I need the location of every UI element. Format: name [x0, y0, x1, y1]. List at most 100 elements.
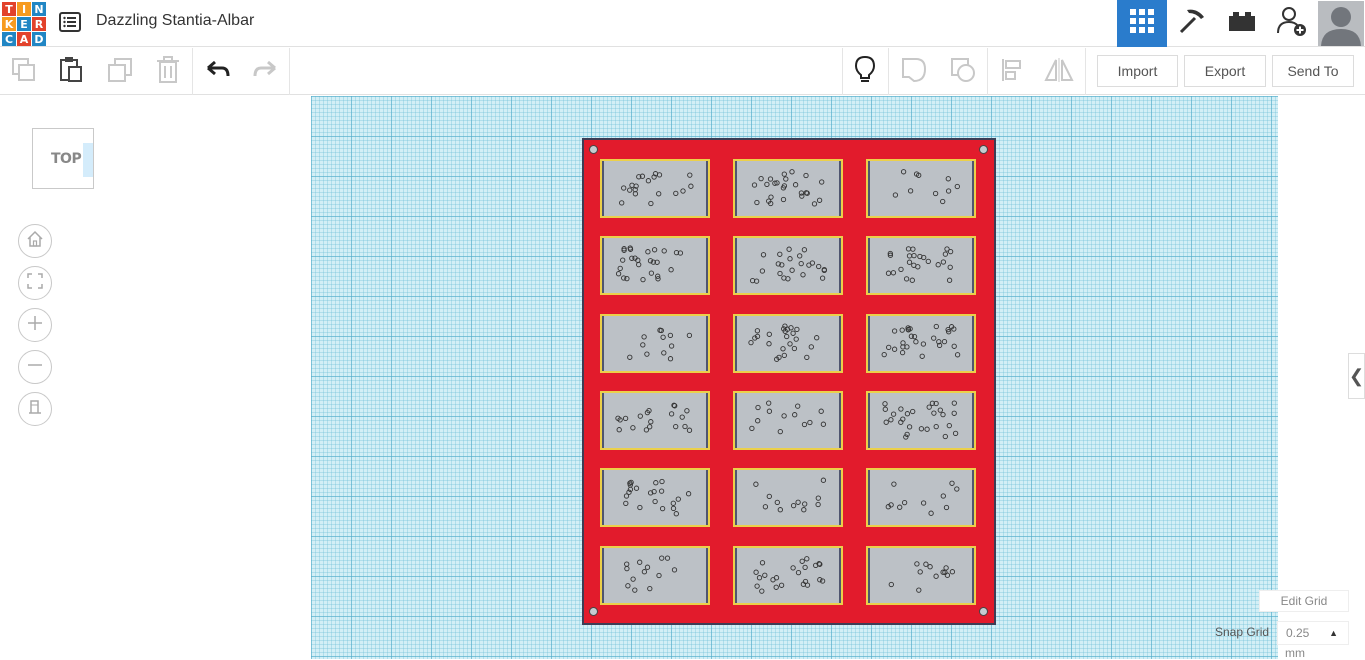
add-user-icon [1276, 5, 1308, 42]
bricks-view-button[interactable] [1217, 0, 1267, 47]
paste-icon [58, 56, 84, 89]
duplicate-button[interactable] [105, 57, 135, 87]
braille-tile-face [602, 161, 708, 216]
trash-icon [156, 55, 180, 89]
home-view-button[interactable] [18, 224, 52, 258]
braille-tile[interactable] [600, 468, 710, 527]
braille-dots [888, 561, 956, 593]
mount-hole [589, 145, 598, 154]
edit-grid-button[interactable]: Edit Grid [1259, 590, 1349, 612]
home-icon [26, 230, 44, 253]
redo-button[interactable] [250, 57, 280, 87]
braille-tile[interactable] [866, 391, 976, 450]
toolbar-divider [987, 48, 988, 95]
mount-hole [979, 607, 988, 616]
braille-tile[interactable] [600, 391, 710, 450]
logo-letter: T [2, 2, 16, 16]
braille-tile-face [868, 316, 974, 371]
minus-icon [26, 356, 44, 379]
braille-tile[interactable] [866, 314, 976, 373]
copy-button[interactable] [9, 57, 39, 87]
toolbar-divider [1085, 48, 1086, 95]
braille-tile[interactable] [600, 159, 710, 218]
codeblocks-view-button[interactable] [1167, 0, 1217, 47]
logo-letter: A [17, 32, 31, 46]
braille-dots [619, 171, 694, 207]
fit-view-icon [26, 272, 44, 295]
braille-tile-face [602, 393, 708, 448]
undo-icon [205, 60, 231, 85]
view-cube-edge[interactable] [83, 143, 93, 177]
send-to-button[interactable]: Send To [1272, 55, 1354, 87]
braille-tile[interactable] [733, 546, 843, 605]
braille-tile[interactable] [866, 236, 976, 295]
braille-tile[interactable] [733, 468, 843, 527]
snap-grid-label: Snap Grid [1215, 625, 1270, 639]
snap-grid-select[interactable]: 0.25 ▲ [1277, 621, 1349, 645]
braille-tile[interactable] [600, 314, 710, 373]
design-list-icon[interactable] [58, 10, 82, 34]
view-cube-face-label: TOP [51, 151, 82, 167]
braille-tile-face [602, 548, 708, 603]
braille-tile-face [735, 161, 841, 216]
braille-tile[interactable] [866, 468, 976, 527]
braille-dots [749, 400, 827, 435]
mount-hole [979, 145, 988, 154]
braille-tile-face [735, 548, 841, 603]
3d-design-view-button[interactable] [1117, 0, 1167, 47]
mirror-icon [1044, 57, 1074, 88]
braille-tile[interactable] [733, 236, 843, 295]
invite-user-button[interactable] [1267, 0, 1317, 47]
braille-dots [885, 480, 960, 516]
user-avatar[interactable] [1318, 1, 1364, 46]
braille-tile[interactable] [600, 546, 710, 605]
braille-tile-face [602, 470, 708, 525]
tinkercad-logo[interactable]: T I N K E R C A D [2, 2, 46, 46]
braille-dots [751, 169, 825, 207]
design-title[interactable]: Dazzling Stantia-Albar [96, 12, 254, 30]
pickaxe-icon [1177, 6, 1207, 41]
group-icon [900, 56, 928, 89]
group-button[interactable] [899, 57, 929, 87]
braille-tile[interactable] [866, 159, 976, 218]
caret-up-icon: ▲ [1329, 628, 1338, 638]
snap-grid-value: 0.25 [1286, 626, 1310, 640]
braille-tile-face [868, 393, 974, 448]
braille-tile[interactable] [866, 546, 976, 605]
braille-tile-face [735, 238, 841, 293]
logo-letter: D [32, 32, 46, 46]
braille-tile-face [602, 316, 708, 371]
chevron-left-icon: ❮ [1348, 365, 1365, 386]
ungroup-button[interactable] [948, 57, 978, 87]
mirror-button[interactable] [1044, 57, 1074, 87]
braille-tile[interactable] [733, 391, 843, 450]
zoom-in-button[interactable] [18, 308, 52, 342]
braille-dots [753, 556, 826, 594]
export-button[interactable]: Export [1184, 55, 1266, 87]
braille-tile[interactable] [600, 236, 710, 295]
view-cube[interactable]: TOP [32, 128, 94, 189]
redo-icon [252, 60, 278, 85]
fit-view-button[interactable] [18, 266, 52, 300]
undo-button[interactable] [203, 57, 233, 87]
ungroup-icon [949, 56, 977, 89]
braille-dots [749, 246, 827, 284]
braille-dots [881, 323, 961, 359]
import-button[interactable]: Import [1097, 55, 1178, 87]
braille-tile[interactable] [733, 159, 843, 218]
delete-button[interactable] [153, 55, 183, 89]
toolbar-divider [842, 48, 843, 95]
panel-toggle-button[interactable]: ❮ [1348, 353, 1365, 399]
lightbulb-icon [854, 55, 876, 90]
zoom-out-button[interactable] [18, 350, 52, 384]
braille-tile-face [868, 470, 974, 525]
copy-icon [11, 57, 37, 88]
braille-dots [615, 402, 693, 433]
paste-button[interactable] [56, 56, 86, 89]
align-button[interactable] [997, 57, 1027, 87]
projection-button[interactable] [18, 392, 52, 426]
braille-dots [615, 245, 684, 283]
notes-button[interactable] [850, 55, 880, 90]
perspective-icon [26, 398, 44, 421]
braille-tile[interactable] [733, 314, 843, 373]
